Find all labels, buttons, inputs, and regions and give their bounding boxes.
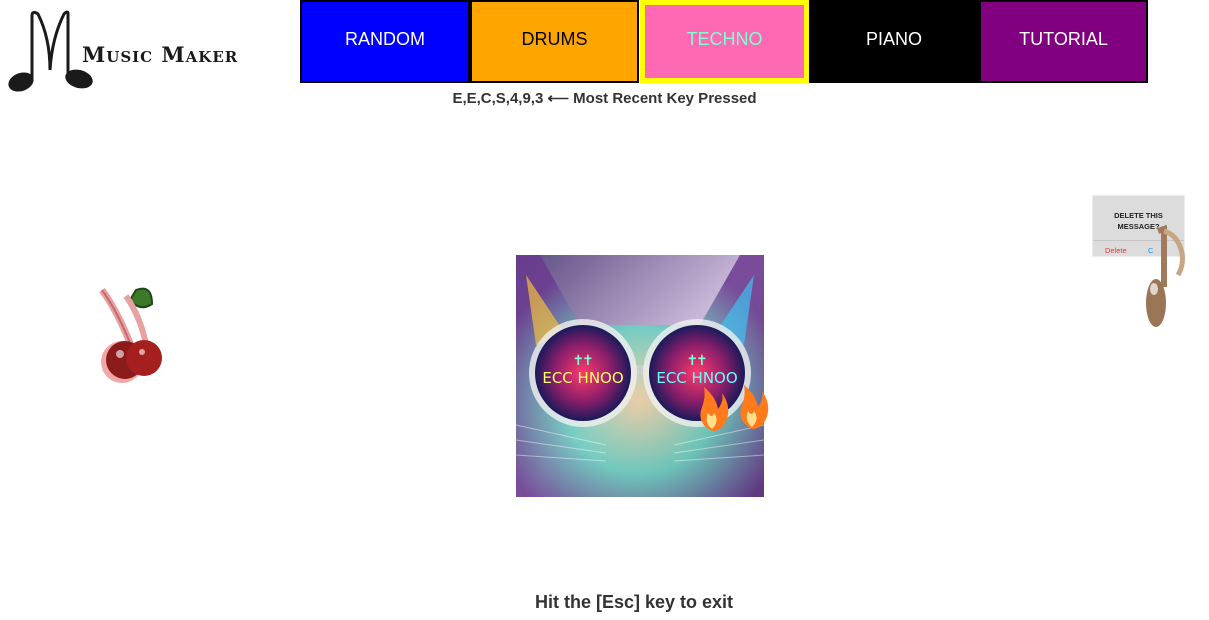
nav-tutorial-button[interactable]: TUTORIAL [979,0,1148,83]
nav-piano-label: PIANO [865,29,922,49]
wooden-music-note-icon [1146,224,1185,327]
flame-sprite [692,383,774,433]
music-maker-logo: Music Maker [6,8,237,96]
mode-nav: RANDOM DRUMS TECHNO PIANO TUTORIAL [300,0,1148,83]
nav-random-button[interactable]: RANDOM [300,0,470,83]
nav-techno-label: TECHNO [686,29,763,49]
svg-text:✝✝: ✝✝ [573,350,592,369]
logo-text: Music Maker [82,42,239,67]
cherry-icon [99,287,162,383]
fire-icon [700,385,769,431]
cherry-sprite [92,282,168,390]
exit-instructions: Hit the [Esc] key to exit [534,592,734,612]
nav-piano-button[interactable]: PIANO [809,0,979,83]
nav-tutorial-label: TUTORIAL [1019,29,1108,49]
nav-drums-label: DRUMS [521,29,588,49]
wooden-note-sprite [1138,224,1190,331]
techno-cat-image: ✝✝ ✝✝ ECC HNOO ECC HNOO [516,255,764,497]
nav-drums-button[interactable]: DRUMS [470,0,639,83]
nav-random-label: RANDOM [345,29,425,49]
recent-keys-text: E,E,C,S,4,9,3 ⟵ Most Recent Key Pressed [452,90,757,107]
svg-text:✝✝: ✝✝ [687,350,706,369]
svg-text:ECC HNOO: ECC HNOO [542,369,623,387]
dialog-delete-label: Delete [1105,246,1127,255]
nav-techno-button[interactable]: TECHNO [640,0,809,83]
